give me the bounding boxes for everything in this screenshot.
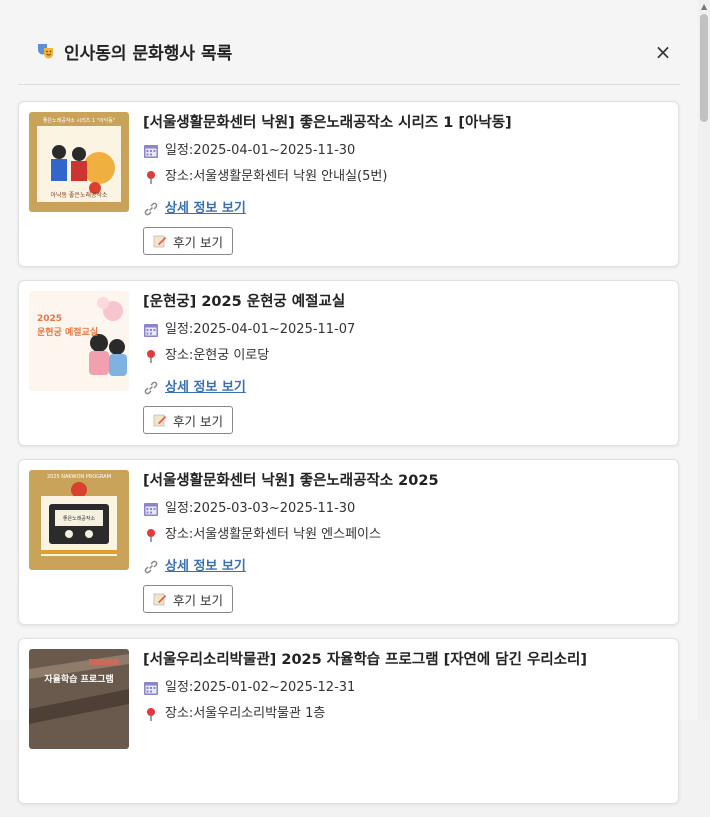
event-place: 서울우리소리박물관 1층: [193, 706, 326, 721]
thumbnail-subcaption: 아낙동 좋은노래공작소: [50, 191, 108, 199]
date-label: 일정:: [165, 680, 194, 695]
event-date: 2025-04-01~2025-11-07: [193, 322, 356, 337]
event-title: [서울우리소리박물관] 2025 자율학습 프로그램 [자연에 담긴 우리소리]: [143, 652, 587, 668]
modal-header: 인사동의 문화행사 목록 ×: [18, 24, 680, 85]
review-button[interactable]: 후기 보기: [143, 585, 233, 613]
event-list: 좋은노래공작소 시리즈 1 "아낙동" 아낙동 좋은노래공작소 [서울생활문화센…: [18, 101, 679, 817]
event-date-row: 일정: 2025-04-01~2025-11-30: [143, 138, 668, 164]
memo-icon: [153, 414, 167, 427]
calendar-icon: [144, 682, 158, 695]
event-date-row: 일정: 2025-04-01~2025-11-07: [143, 317, 668, 343]
memo-icon: [153, 235, 167, 248]
pushpin-icon: [147, 529, 155, 542]
detail-row: 상세 정보 보기: [143, 552, 668, 582]
pushpin-icon: [147, 350, 155, 363]
review-button-label: 후기 보기: [173, 413, 223, 429]
event-thumbnail: 2025 NAKWON PROGRAM 좋은노래공작소: [29, 470, 129, 570]
event-date-row: 일정: 2025-01-02~2025-12-31: [143, 675, 668, 701]
thumbnail-year: 2025: [37, 314, 62, 324]
event-date: 2025-03-03~2025-11-30: [193, 501, 356, 516]
event-card: 2025 NAKWON PROGRAM 좋은노래공작소 [서울생활문화센터 낙원…: [18, 459, 679, 625]
detail-row: 상세 정보 보기: [143, 194, 668, 224]
review-button[interactable]: 후기 보기: [143, 227, 233, 255]
detail-link[interactable]: 상세 정보 보기: [165, 373, 246, 403]
detail-link[interactable]: 상세 정보 보기: [165, 552, 246, 582]
link-icon: [144, 560, 158, 574]
event-thumbnail: 2025 운현궁 예절교실: [29, 291, 129, 391]
place-label: 장소:: [165, 527, 194, 542]
event-thumbnail-image: 2025 운현궁 예절교실: [29, 291, 129, 391]
event-card: 2025 운현궁 예절교실 [운현궁] 2025 운현궁 예절교실 일정: 20…: [18, 280, 679, 446]
calendar-icon: [144, 503, 158, 516]
date-label: 일정:: [165, 501, 194, 516]
review-button[interactable]: 후기 보기: [143, 406, 233, 434]
event-date-row: 일정: 2025-03-03~2025-11-30: [143, 496, 668, 522]
place-label: 장소:: [165, 706, 194, 721]
thumbnail-caption: 좋은노래공작소 시리즈 1 "아낙동": [43, 117, 115, 124]
calendar-icon: [144, 324, 158, 337]
event-place: 운현궁 이로당: [193, 348, 270, 363]
date-label: 일정:: [165, 322, 194, 337]
event-title: [운현궁] 2025 운현궁 예절교실: [143, 294, 346, 310]
event-card: 좋은노래공작소 시리즈 1 "아낙동" 아낙동 좋은노래공작소 [서울생활문화센…: [18, 101, 679, 267]
event-place: 서울생활문화센터 낙원 엔스페이스: [193, 527, 381, 542]
theater-masks-icon: [38, 44, 53, 59]
event-place-row: 장소: 서울우리소리박물관 1층: [143, 701, 668, 727]
event-place-row: 장소: 운현궁 이로당: [143, 343, 668, 369]
event-title: [서울생활문화센터 낙원] 좋은노래공작소 시리즈 1 [아낙동]: [143, 115, 512, 131]
event-date: 2025-04-01~2025-11-30: [193, 143, 356, 158]
event-thumbnail-image: 2025 NAKWON PROGRAM 좋은노래공작소: [29, 470, 129, 570]
modal-title: 인사동의 문화행사 목록: [64, 44, 233, 64]
event-date: 2025-01-02~2025-12-31: [193, 680, 356, 695]
calendar-icon: [144, 145, 158, 158]
event-place-row: 장소: 서울생활문화센터 낙원 안내실(5번): [143, 164, 668, 190]
thumbnail-caption: 자율학습 프로그램: [44, 673, 113, 685]
review-button-label: 후기 보기: [173, 592, 223, 608]
event-place: 서울생활문화센터 낙원 안내실(5번): [193, 169, 388, 184]
detail-link[interactable]: 상세 정보 보기: [165, 194, 246, 224]
link-icon: [144, 202, 158, 216]
review-button-label: 후기 보기: [173, 234, 223, 250]
thumbnail-caption: 2025 NAKWON PROGRAM: [47, 474, 111, 480]
close-button[interactable]: ×: [652, 42, 674, 64]
place-label: 장소:: [165, 169, 194, 184]
event-place-row: 장소: 서울생활문화센터 낙원 엔스페이스: [143, 522, 668, 548]
scroll-up-arrow-icon[interactable]: ▲: [701, 2, 707, 11]
pushpin-icon: [147, 171, 155, 184]
date-label: 일정:: [165, 143, 194, 158]
thumbnail-subcaption: 좋은노래공작소: [63, 515, 96, 522]
event-title: [서울생활문화센터 낙원] 좋은노래공작소 2025: [143, 473, 439, 489]
thumbnail-caption: 운현궁 예절교실: [37, 326, 98, 338]
memo-icon: [153, 593, 167, 606]
detail-row: 상세 정보 보기: [143, 373, 668, 403]
event-thumbnail-image: 자율학습 프로그램: [29, 649, 129, 749]
events-modal: 인사동의 문화행사 목록 × 좋은노래공작소 시리즈 1 "아낙동" 아낙동 좋…: [0, 0, 698, 804]
vertical-scrollbar[interactable]: ▲: [698, 0, 710, 720]
event-thumbnail: 좋은노래공작소 시리즈 1 "아낙동" 아낙동 좋은노래공작소: [29, 112, 129, 212]
link-icon: [144, 381, 158, 395]
event-thumbnail-image: 좋은노래공작소 시리즈 1 "아낙동" 아낙동 좋은노래공작소: [29, 112, 129, 212]
scrollbar-thumb[interactable]: [700, 14, 708, 122]
place-label: 장소:: [165, 348, 194, 363]
event-card: 자율학습 프로그램 [서울우리소리박물관] 2025 자율학습 프로그램 [자연…: [18, 638, 679, 804]
event-thumbnail: 자율학습 프로그램: [29, 649, 129, 749]
